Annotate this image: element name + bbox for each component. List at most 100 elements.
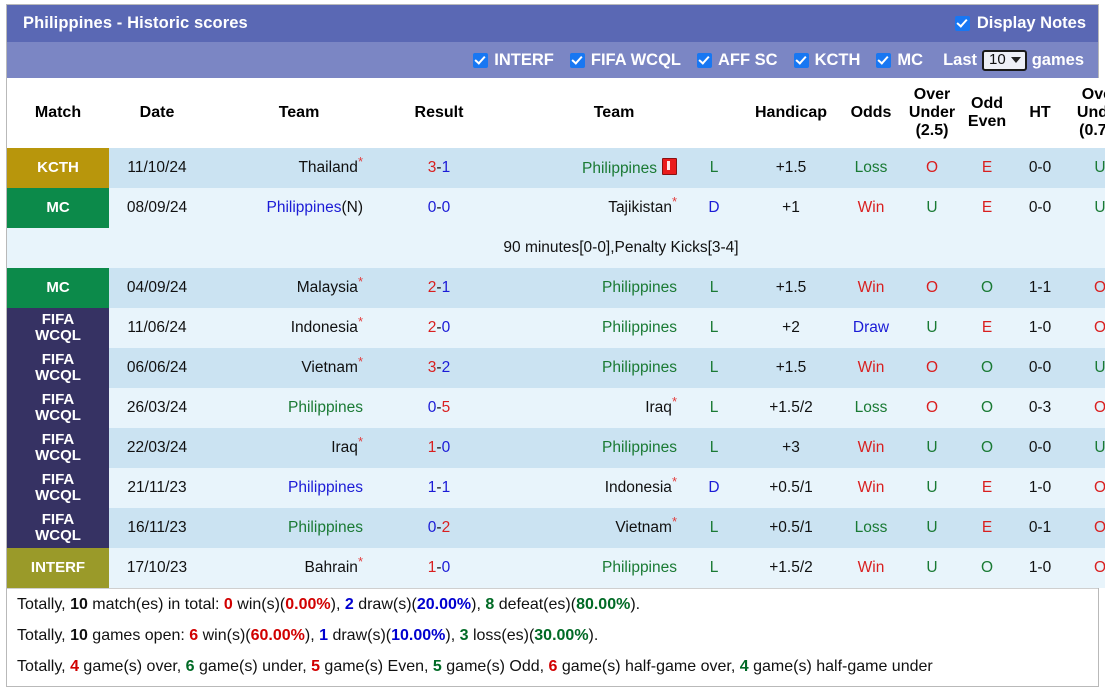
sum2-p7: loss(es)(	[468, 626, 535, 644]
col-result[interactable]: Result	[393, 78, 485, 148]
half-time-score: 0-0	[1013, 428, 1068, 468]
filter-aff-sc[interactable]: AFF SC	[697, 51, 778, 70]
away-team[interactable]: Philippines	[485, 148, 685, 188]
table-row[interactable]: FIFA WCQL 06/06/24 Vietnam* 3-2 Philippines L +…	[7, 348, 1105, 388]
match-date: 08/09/24	[109, 188, 205, 228]
display-notes-toggle[interactable]: Display Notes	[954, 14, 1086, 33]
title-bar: Philippines - Historic scores Display No…	[7, 5, 1098, 42]
sum1-p2: match(es) in total:	[87, 595, 224, 613]
summary-line-ou: Totally, 4 game(s) over, 6 game(s) under…	[17, 651, 1088, 682]
away-team[interactable]: Philippines	[485, 308, 685, 348]
away-star-icon: *	[671, 513, 677, 529]
table-row[interactable]: FIFA WCQL 26/03/24 Philippines 0-5 Iraq* L +1.5…	[7, 388, 1105, 428]
league-badge-cell[interactable]: FIFA WCQL	[7, 388, 109, 428]
match-date: 04/09/24	[109, 268, 205, 308]
away-team[interactable]: Philippines	[485, 268, 685, 308]
col-odd-even[interactable]: Odd Even	[961, 78, 1014, 148]
filter-aff-sc-checkbox[interactable]	[697, 52, 712, 68]
filter-mc[interactable]: MC	[876, 51, 923, 70]
league-badge-cell[interactable]: FIFA WCQL	[7, 508, 109, 548]
col-team-home[interactable]: Team	[205, 78, 393, 148]
filter-mc-checkbox[interactable]	[876, 52, 892, 68]
away-team[interactable]: Philippines	[485, 428, 685, 468]
table-row[interactable]: FIFA WCQL 16/11/23 Philippines 0-2 Vietnam* L +…	[7, 508, 1105, 548]
league-badge: INTERF	[7, 548, 109, 588]
col-over-under-075[interactable]: Over Under (0.75)	[1067, 78, 1105, 148]
league-badge-cell[interactable]: FIFA WCQL	[7, 468, 109, 508]
league-badge-cell[interactable]: KCTH	[7, 148, 109, 188]
sum1-p7: defeat(es)(	[494, 595, 577, 613]
match-date: 26/03/24	[109, 388, 205, 428]
away-team[interactable]: Philippines	[485, 348, 685, 388]
league-badge: KCTH	[7, 148, 109, 188]
col-oddeven-l1: Odd	[971, 95, 1004, 113]
filter-kcth-checkbox[interactable]	[793, 52, 809, 68]
home-star-icon: *	[357, 153, 363, 169]
league-badge-cell[interactable]: MC	[7, 268, 109, 308]
table-row[interactable]: FIFA WCQL 22/03/24 Iraq* 1-0 Philippines L +3 Wi…	[7, 428, 1105, 468]
filter-interf-label: INTERF	[494, 50, 554, 69]
league-badge-cell[interactable]: FIFA WCQL	[7, 348, 109, 388]
away-team[interactable]: Iraq*	[485, 388, 685, 428]
col-match[interactable]: Match	[7, 78, 109, 148]
col-date[interactable]: Date	[109, 78, 205, 148]
sum2-losses: 3	[459, 626, 469, 644]
table-row[interactable]: FIFA WCQL 11/06/24 Indonesia* 2-0 Philippines…	[7, 308, 1105, 348]
home-team[interactable]: Philippines	[205, 508, 393, 548]
league-badge-cell[interactable]: FIFA WCQL	[7, 428, 109, 468]
sum2-wins-pct: 60.00%	[250, 626, 305, 644]
col-handicap[interactable]: Handicap	[743, 78, 840, 148]
filter-kcth[interactable]: KCTH	[793, 51, 860, 70]
home-team[interactable]: Vietnam*	[205, 348, 393, 388]
col-over-under-25[interactable]: Over Under (2.5)	[903, 78, 962, 148]
sum3-p5: game(s) Odd,	[441, 657, 549, 675]
sum3-odd: 5	[432, 657, 442, 675]
match-score: 2-1	[393, 268, 485, 308]
table-row[interactable]: MC 04/09/24 Malaysia* 2-1 Philippines L +1.5 Wi…	[7, 268, 1105, 308]
home-team[interactable]: Indonesia*	[205, 308, 393, 348]
filter-interf[interactable]: INTERF	[473, 51, 554, 70]
match-outcome: L	[685, 348, 744, 388]
home-team[interactable]: Philippines(N)	[205, 188, 393, 228]
col-ou075-l2: Under	[1076, 104, 1105, 122]
table-body: KCTH 11/10/24 Thailand* 3-1 Philippines L +1.5…	[7, 148, 1105, 588]
over-under-075-value: O	[1067, 308, 1105, 348]
home-star-icon: *	[357, 313, 363, 329]
league-badge-cell[interactable]: FIFA WCQL	[7, 308, 109, 348]
league-badge: FIFA WCQL	[7, 388, 109, 428]
table-row[interactable]: FIFA WCQL 21/11/23 Philippines 1-1 Indonesia*…	[7, 468, 1105, 508]
home-team[interactable]: Malaysia*	[205, 268, 393, 308]
home-team[interactable]: Philippines	[205, 388, 393, 428]
odd-even-value: E	[961, 188, 1014, 228]
home-team[interactable]: Thailand*	[205, 148, 393, 188]
col-odds[interactable]: Odds	[839, 78, 904, 148]
filter-fifa-wcql-checkbox[interactable]	[569, 52, 585, 68]
sum3-over: 4	[70, 657, 79, 675]
display-notes-checkbox[interactable]	[954, 16, 970, 31]
filter-interf-checkbox[interactable]	[473, 52, 489, 68]
home-team[interactable]: Philippines	[205, 468, 393, 508]
sum3-p1: Totally,	[17, 657, 71, 675]
table-row[interactable]: INTERF 17/10/23 Bahrain* 1-0 Philippines L +1.…	[7, 548, 1105, 588]
filter-fifa-wcql[interactable]: FIFA WCQL	[569, 51, 681, 70]
away-team[interactable]: Tajikistan*	[485, 188, 685, 228]
col-ht[interactable]: HT	[1013, 78, 1068, 148]
league-badge-cell[interactable]: MC	[7, 188, 109, 228]
league-badge-cell[interactable]: INTERF	[7, 548, 109, 588]
handicap-value: +2	[743, 308, 840, 348]
games-count-select[interactable]: 10	[982, 49, 1027, 71]
home-team[interactable]: Iraq*	[205, 428, 393, 468]
table-row[interactable]: KCTH 11/10/24 Thailand* 3-1 Philippines L +1.5…	[7, 148, 1105, 188]
half-time-score: 0-0	[1013, 148, 1068, 188]
odd-even-value: O	[961, 548, 1014, 588]
sum1-wins-pct: 0.00%	[285, 595, 331, 613]
col-team-away[interactable]: Team	[485, 78, 744, 148]
away-team[interactable]: Philippines	[485, 548, 685, 588]
away-team[interactable]: Vietnam*	[485, 508, 685, 548]
table-row[interactable]: MC 08/09/24 Philippines(N) 0-0 Tajikistan* D +…	[7, 188, 1105, 228]
match-outcome: L	[685, 548, 744, 588]
match-score: 2-0	[393, 308, 485, 348]
away-team[interactable]: Indonesia*	[485, 468, 685, 508]
handicap-value: +1	[743, 188, 840, 228]
home-team[interactable]: Bahrain*	[205, 548, 393, 588]
